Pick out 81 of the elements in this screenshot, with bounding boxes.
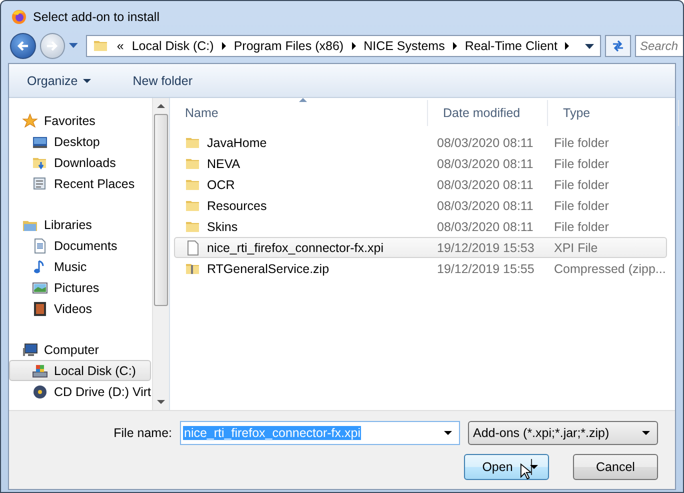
chevron-icon[interactable] bbox=[352, 42, 356, 50]
film-icon bbox=[32, 300, 48, 316]
sidebar-item[interactable]: Pictures bbox=[9, 277, 151, 298]
sidebar-item[interactable]: Music bbox=[9, 256, 151, 277]
drive-icon bbox=[32, 362, 48, 378]
search-field[interactable]: Search bbox=[634, 35, 683, 57]
chevron-icon[interactable] bbox=[452, 42, 457, 50]
document-icon bbox=[32, 238, 48, 254]
type-cell-text: File folder bbox=[553, 178, 610, 192]
column-header[interactable]: Type bbox=[548, 100, 679, 126]
computer-icon bbox=[22, 342, 38, 358]
sidebar-item[interactable]: Videos bbox=[9, 298, 151, 319]
breadcrumb[interactable]: Real-Time Client bbox=[464, 39, 558, 53]
file-name: OCR bbox=[207, 178, 235, 192]
address-bar[interactable]: « Local Disk (C:) Program Files (x86) NICE Systems Real-Time Client bbox=[86, 35, 602, 57]
sidebar-item[interactable]: Favorites bbox=[9, 110, 151, 131]
cursor-icon bbox=[520, 463, 531, 480]
column-header[interactable]: Date modified bbox=[428, 100, 548, 126]
type-cell-text: File folder bbox=[553, 156, 610, 170]
chevron-icon[interactable] bbox=[565, 42, 570, 50]
file-name: Resources bbox=[207, 198, 267, 212]
date-cell-text: 19/12/2019 15:55 bbox=[436, 262, 536, 276]
file-type-dropdown[interactable]: Add-ons (*.xpi;*.jar;*.zip) bbox=[468, 421, 658, 445]
date-cell-text: 19/12/2019 15:53 bbox=[436, 240, 536, 254]
type-cell-text: File folder bbox=[553, 136, 610, 150]
refresh-icon bbox=[611, 39, 626, 53]
type-cell-text: File folder bbox=[553, 198, 610, 212]
back-button[interactable] bbox=[10, 33, 36, 59]
date-cell-text: 08/03/2020 08:11 bbox=[436, 156, 534, 170]
file-name: Skins bbox=[207, 220, 238, 234]
file-row[interactable]: Skins 08/03/2020 08:11 File folder bbox=[174, 216, 667, 237]
date-cell-text: 08/03/2020 08:11 bbox=[436, 220, 534, 234]
file-row[interactable]: OCR 08/03/2020 08:11 File folder bbox=[174, 174, 667, 195]
sidebar-item[interactable]: Downloads bbox=[9, 152, 151, 173]
refresh-button[interactable] bbox=[605, 35, 631, 57]
window-title: Select add-on to install bbox=[33, 10, 160, 24]
column-header[interactable]: Name bbox=[170, 100, 428, 126]
scrollbar[interactable] bbox=[152, 98, 169, 410]
history-dropdown-icon[interactable] bbox=[69, 43, 78, 49]
date-cell-text: 08/03/2020 08:11 bbox=[436, 198, 534, 212]
picture-icon bbox=[32, 280, 48, 296]
breadcrumb[interactable]: Program Files (x86) bbox=[234, 39, 344, 53]
browser-logo-icon bbox=[11, 8, 27, 24]
dropdown-icon[interactable] bbox=[585, 44, 594, 48]
file-name: NEVA bbox=[207, 156, 240, 170]
sidebar-item[interactable]: Computer bbox=[9, 339, 151, 360]
file-row[interactable]: NEVA 08/03/2020 08:11 File folder bbox=[174, 153, 667, 174]
disc-icon bbox=[32, 384, 48, 400]
dialog-button[interactable]: Open bbox=[464, 454, 549, 480]
sidebar-item[interactable]: Local Disk (C:) bbox=[9, 360, 151, 381]
date-cell-text: 08/03/2020 08:11 bbox=[436, 178, 534, 192]
file-icon bbox=[185, 240, 201, 256]
sidebar-item[interactable]: CD Drive (D:) Virt bbox=[9, 381, 151, 402]
sidebar-item[interactable]: Recent Places bbox=[9, 173, 151, 194]
dialog-button[interactable]: Cancel bbox=[573, 454, 658, 480]
type-cell-text: XPI File bbox=[553, 240, 599, 254]
file-name: RTGeneralService.zip bbox=[207, 262, 330, 276]
file-row[interactable]: JavaHome 08/03/2020 08:11 File folder bbox=[174, 132, 667, 153]
chevron-icon[interactable] bbox=[222, 42, 226, 50]
file-name-label: File name: bbox=[114, 426, 172, 440]
folder-icon bbox=[92, 38, 109, 54]
sidebar-item[interactable]: Documents bbox=[9, 235, 151, 256]
sidebar-item[interactable]: Libraries bbox=[9, 214, 151, 235]
file-name: JavaHome bbox=[207, 136, 267, 150]
type-cell-text: File folder bbox=[553, 220, 610, 234]
overflow-chevron[interactable]: « bbox=[116, 39, 124, 53]
toolbar-button[interactable]: Organize bbox=[21, 72, 97, 90]
back-arrow-icon bbox=[16, 40, 29, 52]
file-row[interactable]: nice_rti_firefox_connector-fx.xpi 19/12/2019 15:53 XPI File bbox=[174, 237, 667, 258]
breadcrumb[interactable]: NICE Systems bbox=[364, 39, 445, 53]
date-cell-text: 08/03/2020 08:11 bbox=[436, 136, 534, 150]
breadcrumb[interactable]: Local Disk (C:) bbox=[132, 39, 214, 53]
toolbar-button[interactable]: New folder bbox=[126, 72, 198, 90]
recent-places-icon bbox=[32, 176, 48, 192]
forward-arrow-icon bbox=[46, 40, 58, 52]
file-name: nice_rti_firefox_connector-fx.xpi bbox=[207, 240, 384, 254]
sidebar-item[interactable]: Desktop bbox=[9, 131, 151, 152]
star-icon bbox=[22, 112, 38, 128]
file-row[interactable]: Resources 08/03/2020 08:11 File folder bbox=[174, 195, 667, 216]
type-cell: Compressed (zipp... bbox=[553, 262, 666, 276]
file-row[interactable]: RTGeneralService.zip 19/12/2019 15:55 Compressed (zipp... bbox=[174, 258, 667, 279]
